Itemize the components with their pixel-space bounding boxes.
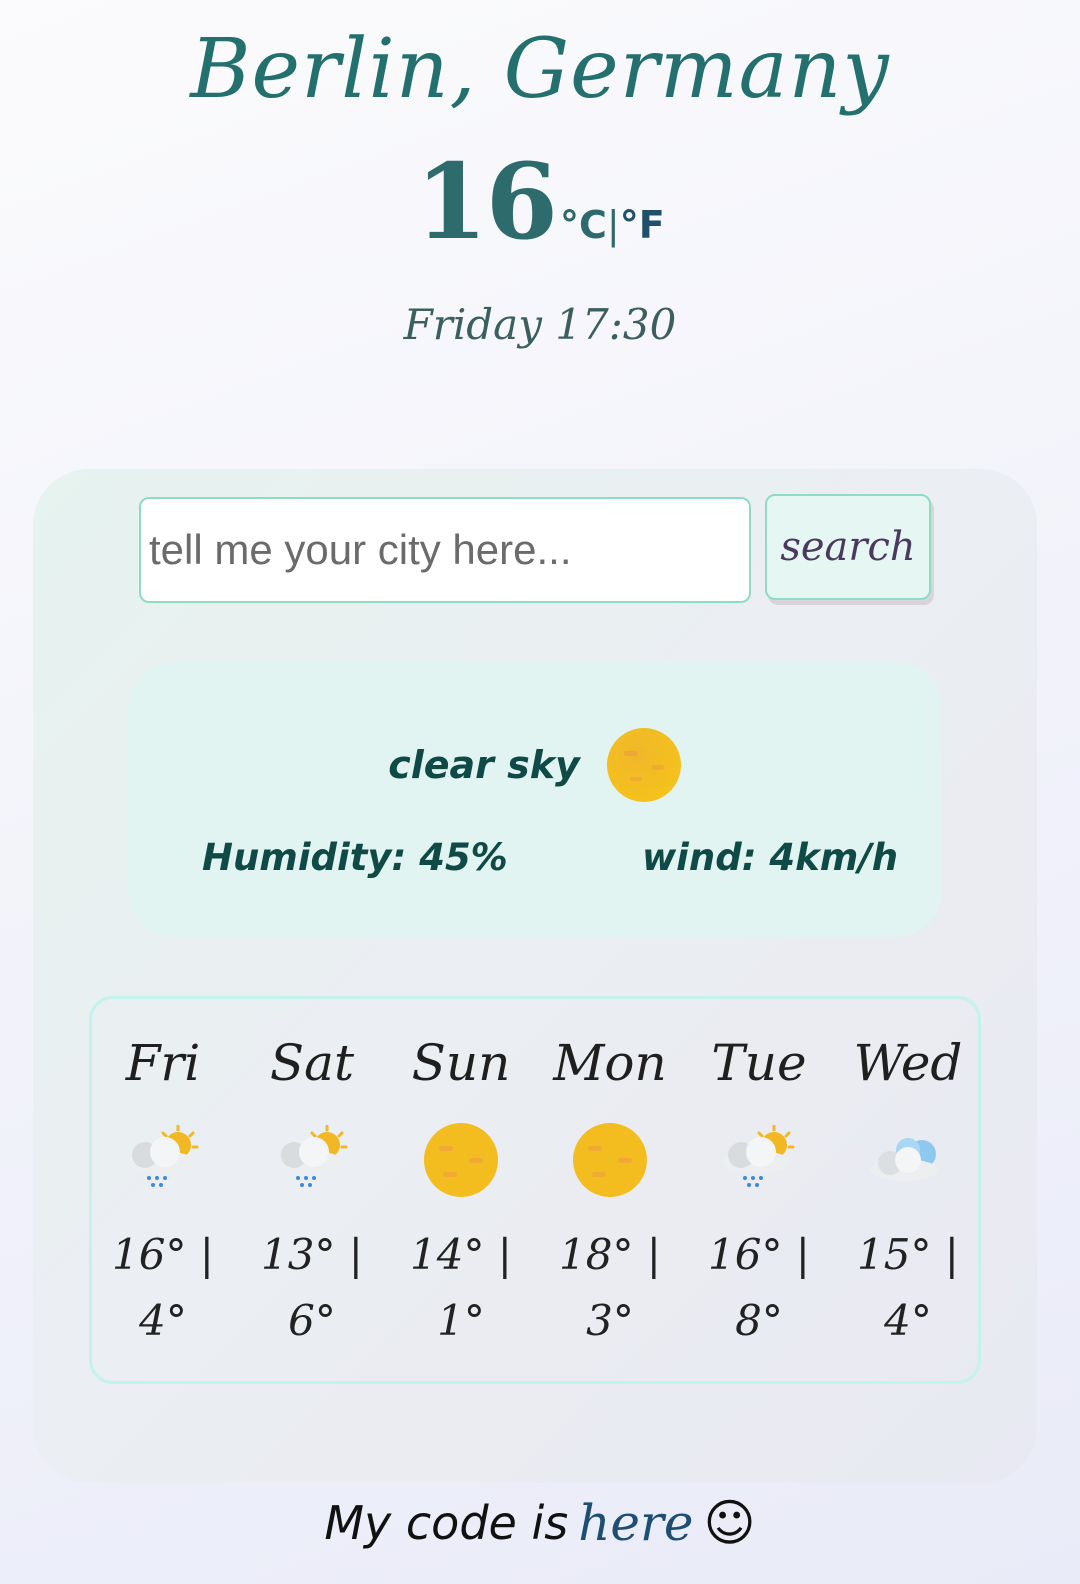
sun-cloud-rain-icon	[723, 1125, 795, 1187]
forecast-day-name: Sat	[269, 1034, 355, 1092]
forecast-low: 1°	[437, 1296, 485, 1345]
forecast-low: 4°	[139, 1296, 187, 1345]
forecast-low: 6°	[288, 1296, 336, 1345]
forecast-day: Sun 14° | 1°	[386, 1032, 536, 1354]
forecast-day-name: Mon	[553, 1034, 667, 1092]
forecast-day: Tue 16° | 8°	[684, 1032, 834, 1354]
weather-description: clear sky	[388, 743, 580, 787]
forecast-day-name: Fri	[125, 1034, 201, 1092]
unit-switch: °C|°F	[560, 203, 665, 247]
unit-separator: |	[606, 203, 620, 247]
celsius-link[interactable]: °C	[560, 203, 607, 247]
sun-icon	[573, 1123, 647, 1197]
current-temperature: 16	[415, 140, 558, 263]
cloud-icon	[870, 1138, 938, 1181]
search-button[interactable]: search	[765, 494, 931, 600]
forecast-day-name: Tue	[711, 1034, 807, 1092]
sun-cloud-rain-icon	[276, 1125, 348, 1187]
city-title: Berlin, Germany	[190, 22, 890, 117]
description-row: clear sky	[128, 727, 942, 803]
sun-icon	[606, 728, 681, 802]
source-code-link[interactable]: here	[578, 1494, 693, 1552]
smiley-icon: ☺	[703, 1494, 756, 1552]
forecast-high: 16° |	[708, 1230, 810, 1279]
forecast-high: 16° |	[112, 1230, 214, 1279]
current-datetime: Friday 17:30	[403, 300, 677, 349]
sun-cloud-rain-icon	[127, 1125, 199, 1187]
forecast-day: Fri 16° | 4°	[88, 1032, 238, 1354]
forecast-low: 8°	[735, 1296, 783, 1345]
forecast-high: 15° |	[857, 1230, 959, 1279]
forecast-day: Wed 15° | 4°	[833, 1032, 983, 1354]
forecast-high: 13° |	[261, 1230, 363, 1279]
forecast-day: Mon 18° | 3°	[535, 1032, 685, 1354]
temperature-row: 16 °C|°F	[0, 140, 1080, 263]
forecast-low: 4°	[884, 1296, 932, 1345]
sun-icon	[424, 1123, 498, 1197]
footer: My code is here ☺	[0, 1494, 1080, 1552]
footer-text: My code is	[324, 1496, 569, 1550]
wind-value: wind: 4km/h	[642, 836, 899, 879]
forecast-high: 14° |	[410, 1230, 512, 1279]
forecast-low: 3°	[586, 1296, 634, 1345]
forecast-day-name: Wed	[853, 1034, 963, 1092]
city-search-input[interactable]	[139, 497, 751, 603]
forecast-high: 18° |	[559, 1230, 661, 1279]
humidity-value: Humidity: 45%	[202, 836, 508, 879]
forecast-day-name: Sun	[411, 1034, 511, 1092]
fahrenheit-link[interactable]: °F	[620, 203, 665, 247]
forecast-day: Sat 13° | 6°	[237, 1032, 387, 1354]
